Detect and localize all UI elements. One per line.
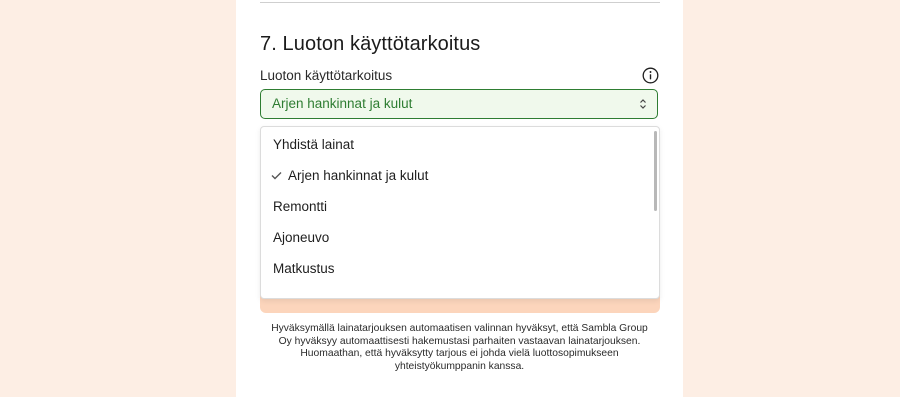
option-label: Remontti [273,199,328,214]
purpose-dropdown-list[interactable]: Yhdistä lainat Arjen hankinnat ja kulut … [260,126,660,299]
option-label: Arjen hankinnat ja kulut [288,168,429,183]
checkmark-icon [271,172,282,180]
option-label: Ajoneuvo [273,230,330,245]
disclaimer-line: yhteistyökumppanin kanssa. [394,360,525,372]
section-title: 7. Luoton käyttötarkoitus [260,33,481,55]
purpose-field-label: Luoton käyttötarkoitus [260,68,393,83]
section-divider [260,2,660,3]
option-label: Yhdistä lainat [273,137,355,152]
info-circle-icon[interactable] [642,67,659,84]
chevron-up-down-icon [640,99,646,109]
purpose-select-value: Arjen hankinnat ja kulut [272,96,413,111]
dropdown-scrollbar[interactable] [654,131,657,211]
dropdown-option-ajoneuvo[interactable]: Ajoneuvo [261,223,651,253]
form-panel: 7. Luoton käyttötarkoitus Luoton käyttöt… [236,0,683,397]
auto-select-disclaimer: Hyväksymällä lainatarjouksen automaatise… [252,323,667,373]
disclaimer-line: Hyväksymällä lainatarjouksen automaatise… [271,323,648,334]
dropdown-option-arjen-hankinnat[interactable]: Arjen hankinnat ja kulut [261,161,651,191]
disclaimer-line: Oy hyväksyy automaattisesti hakemustasi … [278,335,641,347]
dropdown-option-remontti[interactable]: Remontti [261,192,651,222]
purpose-select[interactable]: Arjen hankinnat ja kulut [260,89,658,119]
option-label: Matkustus [273,261,335,276]
dropdown-option-yhdista-lainat[interactable]: Yhdistä lainat [261,130,651,160]
disclaimer-line: Huomaathan, että hyväksytty tarjous ei j… [300,348,619,360]
dropdown-option-matkustus[interactable]: Matkustus [261,254,651,284]
